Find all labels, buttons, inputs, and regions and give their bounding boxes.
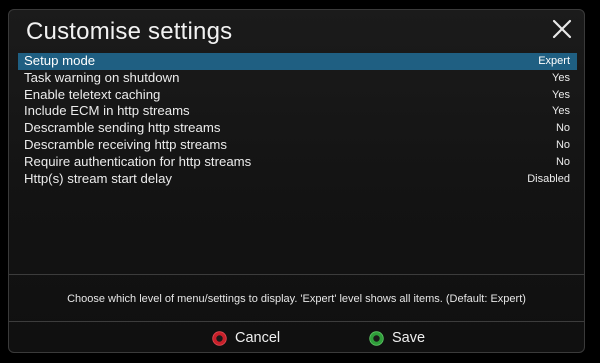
setting-value: Expert (538, 55, 570, 67)
setting-row-require-auth[interactable]: Require authentication for http streams … (18, 154, 577, 171)
setting-label: Descramble receiving http streams (24, 136, 228, 152)
setting-row-descramble-sending[interactable]: Descramble sending http streams No (18, 120, 577, 137)
setting-label: Require authentication for http streams (24, 153, 252, 169)
screen: Customise settings Setup mode Expert Tas… (0, 0, 600, 363)
setting-value: Yes (552, 105, 570, 118)
setting-row-stream-start-delay[interactable]: Http(s) stream start delay Disabled (18, 171, 577, 188)
close-icon[interactable] (551, 18, 573, 40)
setting-label: Setup mode (24, 53, 96, 68)
setting-label: Descramble sending http streams (24, 120, 221, 136)
green-button-icon (369, 330, 384, 346)
setting-label: Enable teletext caching (24, 86, 161, 102)
settings-dialog: Customise settings Setup mode Expert Tas… (8, 9, 585, 353)
setting-row-descramble-receiving[interactable]: Descramble receiving http streams No (18, 137, 577, 154)
cancel-button[interactable]: Cancel (212, 328, 280, 348)
red-button-icon (212, 330, 227, 346)
dialog-title: Customise settings (26, 18, 233, 45)
setting-row-setup-mode[interactable]: Setup mode Expert (18, 53, 577, 70)
cancel-label: Cancel (235, 330, 281, 346)
divider-top (9, 274, 584, 275)
setting-value: No (555, 138, 570, 151)
setting-label: Task warning on shutdown (24, 69, 180, 85)
setting-value: No (555, 155, 570, 168)
setting-value: Yes (552, 88, 570, 101)
setting-value: Disabled (527, 172, 570, 185)
divider-bottom (9, 321, 584, 322)
settings-list: Setup mode Expert Task warning on shutdo… (18, 53, 577, 187)
help-text: Choose which level of menu/settings to d… (67, 293, 526, 305)
setting-value: Yes (552, 71, 570, 84)
setting-value: No (555, 122, 570, 135)
setting-row-teletext-caching[interactable]: Enable teletext caching Yes (18, 87, 577, 104)
save-button[interactable]: Save (369, 328, 425, 348)
setting-row-task-warning[interactable]: Task warning on shutdown Yes (18, 70, 577, 87)
setting-label: Include ECM in http streams (24, 103, 190, 119)
setting-label: Http(s) stream start delay (24, 170, 173, 186)
setting-row-include-ecm[interactable]: Include ECM in http streams Yes (18, 103, 577, 120)
save-label: Save (392, 330, 426, 346)
